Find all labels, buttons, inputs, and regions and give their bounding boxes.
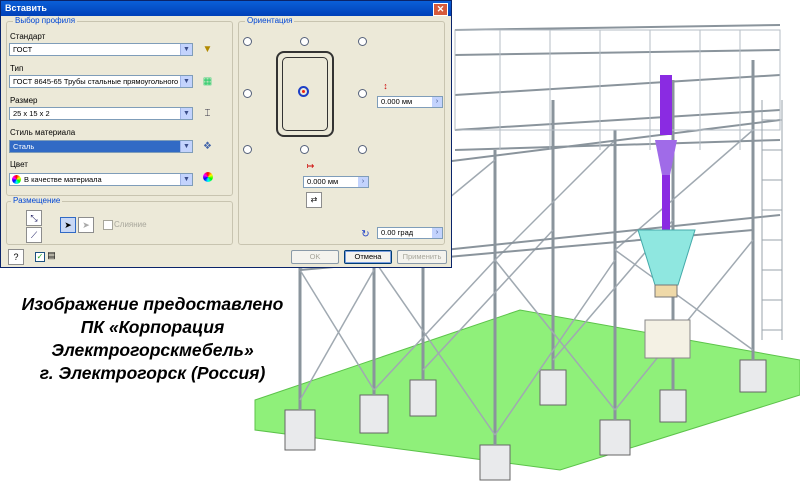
- caption-line-3: Электрогорскмебель»: [51, 340, 254, 360]
- ok-button[interactable]: OK: [291, 250, 339, 264]
- insert-dialog: Вставить ✕ Выбор профиля Стандарт ГОСТ ▼…: [0, 0, 452, 268]
- platform-railing: [454, 29, 781, 150]
- placement-group-legend: Размещение: [11, 196, 63, 205]
- type-value: ГОСТ 8645-65 Трубы стальные прямоугольно…: [13, 77, 193, 86]
- x-offset-icon: ↦: [306, 161, 315, 171]
- anchor-radio-bottom-left[interactable]: [243, 145, 252, 154]
- select-arrow-icon[interactable]: ➤: [60, 217, 76, 233]
- angle-input[interactable]: 0.00 град ›: [377, 227, 443, 239]
- type-label: Тип: [10, 64, 24, 73]
- size-select[interactable]: 25 x 15 x 2 ▼: [9, 107, 193, 120]
- standard-label: Стандарт: [10, 32, 46, 41]
- anchor-radio-top-center[interactable]: [300, 37, 309, 46]
- anchor-radio-bottom-right[interactable]: [358, 145, 367, 154]
- chevron-down-icon: ▼: [180, 141, 192, 152]
- dialog-title: Вставить: [5, 3, 47, 13]
- size-value: 25 x 15 x 2: [13, 109, 50, 118]
- anchor-radio-bottom-center[interactable]: [300, 145, 309, 154]
- color-picker-icon[interactable]: [200, 172, 215, 187]
- anchor-center-dot: [302, 90, 305, 93]
- y-offset-value: 0.000 мм: [381, 97, 413, 106]
- caption-line-1: Изображение предоставлено: [21, 294, 284, 314]
- size-label: Размер: [10, 96, 38, 105]
- cancel-button[interactable]: Отмена: [344, 250, 392, 264]
- chevron-down-icon: ▼: [180, 174, 192, 185]
- color-select[interactable]: В качестве материала ▼: [9, 173, 193, 186]
- anchor-radio-middle-right[interactable]: [358, 89, 367, 98]
- merge-label: Слияние: [114, 220, 147, 229]
- y-offset-input[interactable]: 0.000 мм ›: [377, 96, 443, 108]
- orientation-group-legend: Ориентация: [245, 16, 295, 25]
- y-offset-icon: ↕: [383, 81, 388, 91]
- select-disabled-icon[interactable]: ➤: [78, 217, 94, 233]
- material-value: Сталь: [13, 142, 35, 151]
- chevron-down-icon: ▼: [180, 76, 192, 87]
- rotate-icon: ↻: [361, 229, 370, 240]
- orientation-group: Ориентация: [238, 16, 445, 245]
- filter-icon[interactable]: ▼: [200, 42, 215, 57]
- material-select[interactable]: Сталь ▼: [9, 140, 193, 153]
- profile-group-legend: Выбор профиля: [13, 16, 78, 25]
- anchor-radio-middle-left[interactable]: [243, 89, 252, 98]
- caption-line-2: ПК «Корпорация: [80, 317, 225, 337]
- chevron-right-icon[interactable]: ›: [432, 228, 442, 238]
- caption-line-4: г. Электрогорск (Россия): [39, 363, 266, 383]
- standard-select[interactable]: ГОСТ ▼: [9, 43, 193, 56]
- place-line-icon[interactable]: ⤡: [26, 210, 42, 226]
- dimension-icon[interactable]: ⌶: [200, 106, 215, 121]
- angle-value: 0.00 град: [381, 228, 414, 237]
- material-style-icon[interactable]: ❖: [200, 139, 215, 154]
- type-select[interactable]: ГОСТ 8645-65 Трубы стальные прямоугольно…: [9, 75, 193, 88]
- dialog-titlebar: Вставить ✕: [1, 1, 451, 16]
- table-icon[interactable]: ▦: [200, 74, 215, 89]
- apply-button[interactable]: Применить: [397, 250, 447, 264]
- color-wheel-icon: [12, 175, 21, 184]
- image-credit-caption: Изображение предоставлено ПК «Корпорация…: [0, 293, 305, 385]
- chevron-right-icon[interactable]: ›: [358, 177, 368, 187]
- chevron-right-icon[interactable]: ›: [432, 97, 442, 107]
- close-icon[interactable]: ✕: [433, 3, 448, 16]
- x-offset-value: 0.000 мм: [307, 177, 339, 186]
- material-label: Стиль материала: [10, 128, 76, 137]
- settings-icon[interactable]: ▤: [44, 248, 59, 263]
- standard-value: ГОСТ: [13, 45, 33, 54]
- chevron-down-icon: ▼: [180, 108, 192, 119]
- x-offset-input[interactable]: 0.000 мм ›: [303, 176, 369, 188]
- merge-checkbox[interactable]: [103, 220, 113, 230]
- help-icon[interactable]: ?: [8, 249, 24, 265]
- place-points-icon[interactable]: ⟋: [26, 227, 42, 243]
- ladder: [761, 100, 783, 340]
- anchor-radio-top-left[interactable]: [243, 37, 252, 46]
- anchor-radio-top-right[interactable]: [358, 37, 367, 46]
- color-label: Цвет: [10, 160, 28, 169]
- chevron-down-icon: ▼: [180, 44, 192, 55]
- mirror-icon[interactable]: ⇄: [306, 192, 322, 208]
- color-value: В качестве материала: [24, 175, 102, 184]
